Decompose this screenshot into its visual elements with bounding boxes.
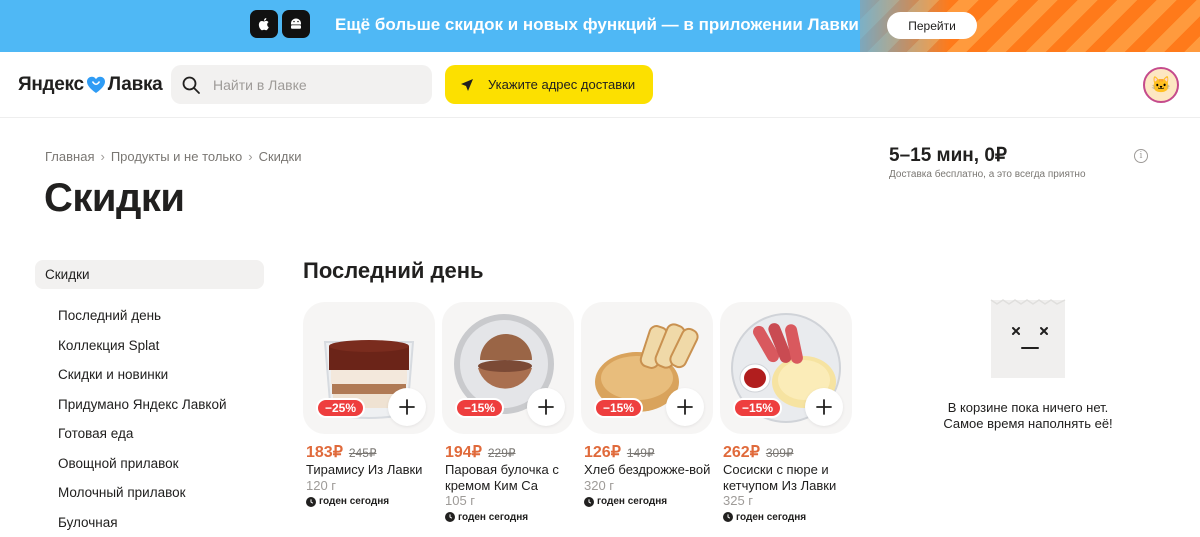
- page-title: Скидки: [44, 176, 185, 221]
- apple-icon[interactable]: [250, 10, 278, 38]
- clock-icon: [445, 512, 455, 522]
- clock-icon: [584, 497, 594, 507]
- section-title: Последний день: [303, 258, 484, 284]
- add-to-cart-button[interactable]: [527, 388, 565, 426]
- heart-icon: [86, 75, 106, 95]
- product-weight: 105 г: [445, 493, 475, 508]
- sidebar-item-last-day[interactable]: Последний день: [35, 301, 264, 331]
- sidebar-item-vegetables[interactable]: Овощной прилавок: [35, 449, 264, 479]
- plus-icon: [399, 399, 415, 415]
- product-name: Паровая булочка с кремом Ким Са: [445, 462, 559, 493]
- sidebar-item-splat[interactable]: Коллекция Splat: [35, 331, 264, 361]
- discount-badge: −15%: [455, 398, 504, 418]
- search-box[interactable]: [171, 65, 432, 104]
- sidebar-item-discounts-new[interactable]: Скидки и новинки: [35, 360, 264, 390]
- price: 194₽: [445, 442, 482, 462]
- discount-badge: −15%: [733, 398, 782, 418]
- delivery-address-button[interactable]: Укажите адрес доставки: [445, 65, 653, 104]
- product-image[interactable]: −15%: [442, 302, 574, 434]
- product-weight: 120 г: [306, 478, 336, 493]
- logo[interactable]: Яндекс Лавка: [18, 74, 162, 96]
- product-list: −25% 183₽ 245₽ Тирамису Из Лавки120 г го…: [303, 302, 852, 523]
- add-to-cart-button[interactable]: [666, 388, 704, 426]
- sidebar-item-dairy[interactable]: Молочный прилавок: [35, 478, 264, 508]
- discount-badge: −15%: [594, 398, 643, 418]
- price: 126₽: [584, 442, 621, 462]
- old-price: 229₽: [488, 446, 516, 460]
- banner-open-button[interactable]: Перейти: [887, 12, 977, 39]
- empty-cart-line1: В корзине пока ничего нет.: [918, 400, 1138, 416]
- sidebar-item-lavka-made[interactable]: Придумано Яндекс Лавкой: [35, 390, 264, 420]
- product-image[interactable]: −25%: [303, 302, 435, 434]
- sidebar-item-ready-food[interactable]: Готовая еда: [35, 419, 264, 449]
- chevron-right-icon: ›: [248, 149, 252, 164]
- logo-yandex: Яндекс: [18, 74, 84, 96]
- category-sidebar: Скидки Последний день Коллекция Splat Ск…: [35, 260, 264, 537]
- breadcrumb-item-home[interactable]: Главная: [45, 149, 94, 164]
- search-icon: [181, 75, 201, 95]
- chevron-right-icon: ›: [100, 149, 104, 164]
- product-card[interactable]: −25% 183₽ 245₽ Тирамису Из Лавки120 г го…: [303, 302, 435, 523]
- old-price: 309₽: [766, 446, 794, 460]
- price: 262₽: [723, 442, 760, 462]
- product-name: Хлеб бездрожже-вой: [584, 462, 710, 477]
- clock-icon: [723, 512, 733, 522]
- product-weight: 325 г: [723, 493, 753, 508]
- clock-icon: [306, 497, 316, 507]
- address-button-label: Укажите адрес доставки: [488, 77, 635, 92]
- search-input[interactable]: [213, 77, 413, 93]
- product-card[interactable]: −15% 262₽ 309₽ Сосиски с пюре и кетчупом…: [720, 302, 852, 523]
- app-promo-banner[interactable]: Ещё больше скидок и новых функций — в пр…: [0, 0, 1200, 52]
- breadcrumb-item-products[interactable]: Продукты и не только: [111, 149, 242, 164]
- plus-icon: [677, 399, 693, 415]
- breadcrumb-item-discounts[interactable]: Скидки: [259, 149, 302, 164]
- info-icon[interactable]: i: [1134, 149, 1148, 163]
- delivery-subtitle: Доставка бесплатно, а это всегда приятно: [889, 169, 1086, 180]
- discount-badge: −25%: [316, 398, 365, 418]
- location-arrow-icon: [460, 78, 474, 92]
- shelf-life: годен сегодня: [581, 496, 713, 507]
- plus-icon: [816, 399, 832, 415]
- product-name: Сосиски с пюре и кетчупом Из Лавки: [723, 462, 836, 493]
- delivery-time: 5–15 мин, 0₽: [889, 144, 1086, 167]
- site-header: Яндекс Лавка Укажите адрес доставки 🐱: [0, 52, 1200, 118]
- plus-icon: [538, 399, 554, 415]
- add-to-cart-button[interactable]: [388, 388, 426, 426]
- shelf-life: годен сегодня: [442, 512, 574, 523]
- empty-cart-line2: Самое время наполнять её!: [918, 416, 1138, 432]
- android-icon[interactable]: [282, 10, 310, 38]
- breadcrumb: Главная › Продукты и не только › Скидки: [45, 149, 301, 164]
- shelf-life: годен сегодня: [720, 512, 852, 523]
- banner-text: Ещё больше скидок и новых функций — в пр…: [335, 15, 859, 35]
- logo-lavka: Лавка: [108, 74, 163, 96]
- product-name: Тирамису Из Лавки: [306, 462, 422, 477]
- product-weight: 320 г: [584, 478, 614, 493]
- cat-icon: 🐱: [1151, 75, 1171, 95]
- avatar[interactable]: 🐱: [1143, 67, 1179, 103]
- product-card[interactable]: −15% 194₽ 229₽ Паровая булочка с кремом …: [442, 302, 574, 523]
- product-image[interactable]: −15%: [581, 302, 713, 434]
- add-to-cart-button[interactable]: [805, 388, 843, 426]
- shelf-life: годен сегодня: [303, 496, 435, 507]
- old-price: 245₽: [349, 446, 377, 460]
- empty-cart: В корзине пока ничего нет. Самое время н…: [918, 296, 1138, 432]
- product-image[interactable]: −15%: [720, 302, 852, 434]
- empty-bag-icon: [983, 296, 1073, 382]
- delivery-info: 5–15 мин, 0₽ Доставка бесплатно, а это в…: [889, 144, 1086, 180]
- old-price: 149₽: [627, 446, 655, 460]
- price: 183₽: [306, 442, 343, 462]
- sidebar-item-discounts[interactable]: Скидки: [35, 260, 264, 289]
- product-card[interactable]: −15% 126₽ 149₽ Хлеб бездрожже-вой 320 г …: [581, 302, 713, 523]
